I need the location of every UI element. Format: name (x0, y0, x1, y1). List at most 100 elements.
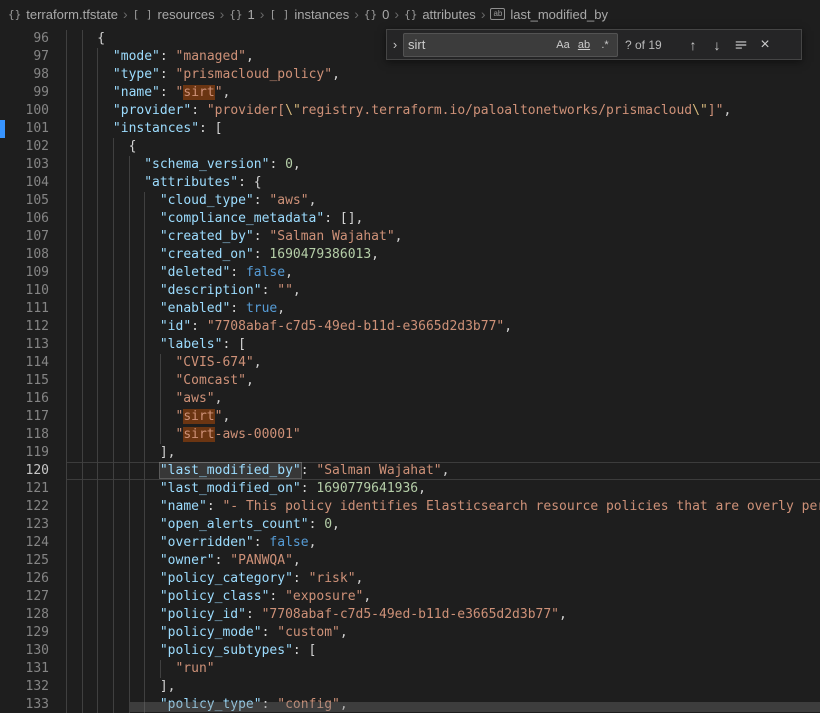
line-number[interactable]: 96 (0, 30, 66, 48)
indent-guide (160, 354, 176, 372)
find-input-box[interactable]: Aa ab .* (403, 33, 618, 57)
search-input[interactable] (408, 37, 552, 52)
line-number[interactable]: 98 (0, 66, 66, 84)
line-number[interactable]: 130 (0, 642, 66, 660)
line-number[interactable]: 116 (0, 390, 66, 408)
code-line[interactable]: 121"last_modified_on": 1690779641936, (0, 480, 820, 498)
line-number[interactable]: 123 (0, 516, 66, 534)
code-line[interactable]: 107"created_by": "Salman Wajahat", (0, 228, 820, 246)
code-line[interactable]: 129"policy_mode": "custom", (0, 624, 820, 642)
code-line[interactable]: 132], (0, 678, 820, 696)
code-line[interactable]: 108"created_on": 1690479386013, (0, 246, 820, 264)
regex-toggle[interactable]: .* (595, 35, 615, 55)
code-line[interactable]: 127"policy_class": "exposure", (0, 588, 820, 606)
horizontal-scrollbar-slider[interactable] (130, 702, 820, 712)
token: : (262, 283, 278, 298)
line-number[interactable]: 126 (0, 570, 66, 588)
code-line[interactable]: 101"instances": [ (0, 120, 820, 138)
line-number[interactable]: 106 (0, 210, 66, 228)
code-line[interactable]: 116"aws", (0, 390, 820, 408)
line-number[interactable]: 102 (0, 138, 66, 156)
code-line[interactable]: 115"Comcast", (0, 372, 820, 390)
token: , (309, 193, 317, 208)
code-line[interactable]: 120"last_modified_by": "Salman Wajahat", (0, 462, 820, 480)
code-line[interactable]: 103"schema_version": 0, (0, 156, 820, 174)
code-line[interactable]: 111"enabled": true, (0, 300, 820, 318)
line-number[interactable]: 113 (0, 336, 66, 354)
line-number[interactable]: 115 (0, 372, 66, 390)
breadcrumb-item[interactable]: {}attributes (404, 7, 476, 22)
line-number[interactable]: 109 (0, 264, 66, 282)
code-line[interactable]: 113"labels": [ (0, 336, 820, 354)
line-number[interactable]: 117 (0, 408, 66, 426)
line-number[interactable]: 101 (0, 120, 66, 138)
find-in-selection-button[interactable] (730, 34, 752, 56)
code-line[interactable]: 128"policy_id": "7708abaf-c7d5-49ed-b11d… (0, 606, 820, 624)
code-line[interactable]: 122"name": "- This policy identifies Ela… (0, 498, 820, 516)
line-number[interactable]: 100 (0, 102, 66, 120)
line-number[interactable]: 119 (0, 444, 66, 462)
code-line[interactable]: 123"open_alerts_count": 0, (0, 516, 820, 534)
line-number[interactable]: 131 (0, 660, 66, 678)
line-number[interactable]: 112 (0, 318, 66, 336)
line-number[interactable]: 111 (0, 300, 66, 318)
indent-guide (113, 138, 129, 156)
line-number[interactable]: 114 (0, 354, 66, 372)
breadcrumb-item[interactable]: {}0 (364, 7, 389, 22)
line-number[interactable]: 132 (0, 678, 66, 696)
horizontal-scrollbar[interactable] (0, 701, 820, 713)
code-line[interactable]: 131"run" (0, 660, 820, 678)
next-match-button[interactable]: ↓ (706, 34, 728, 56)
code-line[interactable]: 100"provider": "provider[\"registry.terr… (0, 102, 820, 120)
breadcrumb-item[interactable]: ablast_modified_by (490, 7, 607, 22)
indent-guide (66, 246, 82, 264)
line-number[interactable]: 118 (0, 426, 66, 444)
line-number[interactable]: 128 (0, 606, 66, 624)
line-number[interactable]: 127 (0, 588, 66, 606)
code-text: "name": "sirt", (66, 84, 820, 102)
line-number[interactable]: 129 (0, 624, 66, 642)
code-line[interactable]: 130"policy_subtypes": [ (0, 642, 820, 660)
code-line[interactable]: 98"type": "prismacloud_policy", (0, 66, 820, 84)
close-button[interactable]: × (754, 34, 776, 56)
code-line[interactable]: 109"deleted": false, (0, 264, 820, 282)
code-line[interactable]: 126"policy_category": "risk", (0, 570, 820, 588)
code-line[interactable]: 104"attributes": { (0, 174, 820, 192)
line-number[interactable]: 99 (0, 84, 66, 102)
editor[interactable]: 96{97"mode": "managed",98"type": "prisma… (0, 28, 820, 713)
line-number[interactable]: 103 (0, 156, 66, 174)
code-line[interactable]: 117"sirt", (0, 408, 820, 426)
code-line[interactable]: 99"name": "sirt", (0, 84, 820, 102)
code-line[interactable]: 102{ (0, 138, 820, 156)
line-number[interactable]: 125 (0, 552, 66, 570)
code-line[interactable]: 112"id": "7708abaf-c7d5-49ed-b11d-e3665d… (0, 318, 820, 336)
line-number[interactable]: 108 (0, 246, 66, 264)
toggle-replace-button[interactable]: › (387, 30, 403, 59)
code-line[interactable]: 114"CVIS-674", (0, 354, 820, 372)
match-case-toggle[interactable]: Aa (553, 35, 573, 55)
code-area[interactable]: 96{97"mode": "managed",98"type": "prisma… (0, 30, 820, 713)
line-number[interactable]: 105 (0, 192, 66, 210)
line-number[interactable]: 121 (0, 480, 66, 498)
code-line[interactable]: 105"cloud_type": "aws", (0, 192, 820, 210)
breadcrumb-item[interactable]: {}1 (229, 7, 254, 22)
breadcrumb-item[interactable]: [ ]instances (269, 7, 349, 22)
line-number[interactable]: 97 (0, 48, 66, 66)
breadcrumb-item[interactable]: {}terraform.tfstate (8, 7, 118, 22)
line-number[interactable]: 104 (0, 174, 66, 192)
line-number[interactable]: 107 (0, 228, 66, 246)
line-number[interactable]: 122 (0, 498, 66, 516)
code-line[interactable]: 124"overridden": false, (0, 534, 820, 552)
indent-guide (97, 426, 113, 444)
line-number[interactable]: 110 (0, 282, 66, 300)
breadcrumb-item[interactable]: [ ]resources (133, 7, 215, 22)
code-line[interactable]: 118"sirt-aws-00001" (0, 426, 820, 444)
code-line[interactable]: 106"compliance_metadata": [], (0, 210, 820, 228)
whole-word-toggle[interactable]: ab (574, 35, 594, 55)
code-line[interactable]: 110"description": "", (0, 282, 820, 300)
line-number[interactable]: 124 (0, 534, 66, 552)
line-number[interactable]: 120 (0, 462, 66, 480)
previous-match-button[interactable]: ↑ (682, 34, 704, 56)
code-line[interactable]: 125"owner": "PANWQA", (0, 552, 820, 570)
code-line[interactable]: 119], (0, 444, 820, 462)
